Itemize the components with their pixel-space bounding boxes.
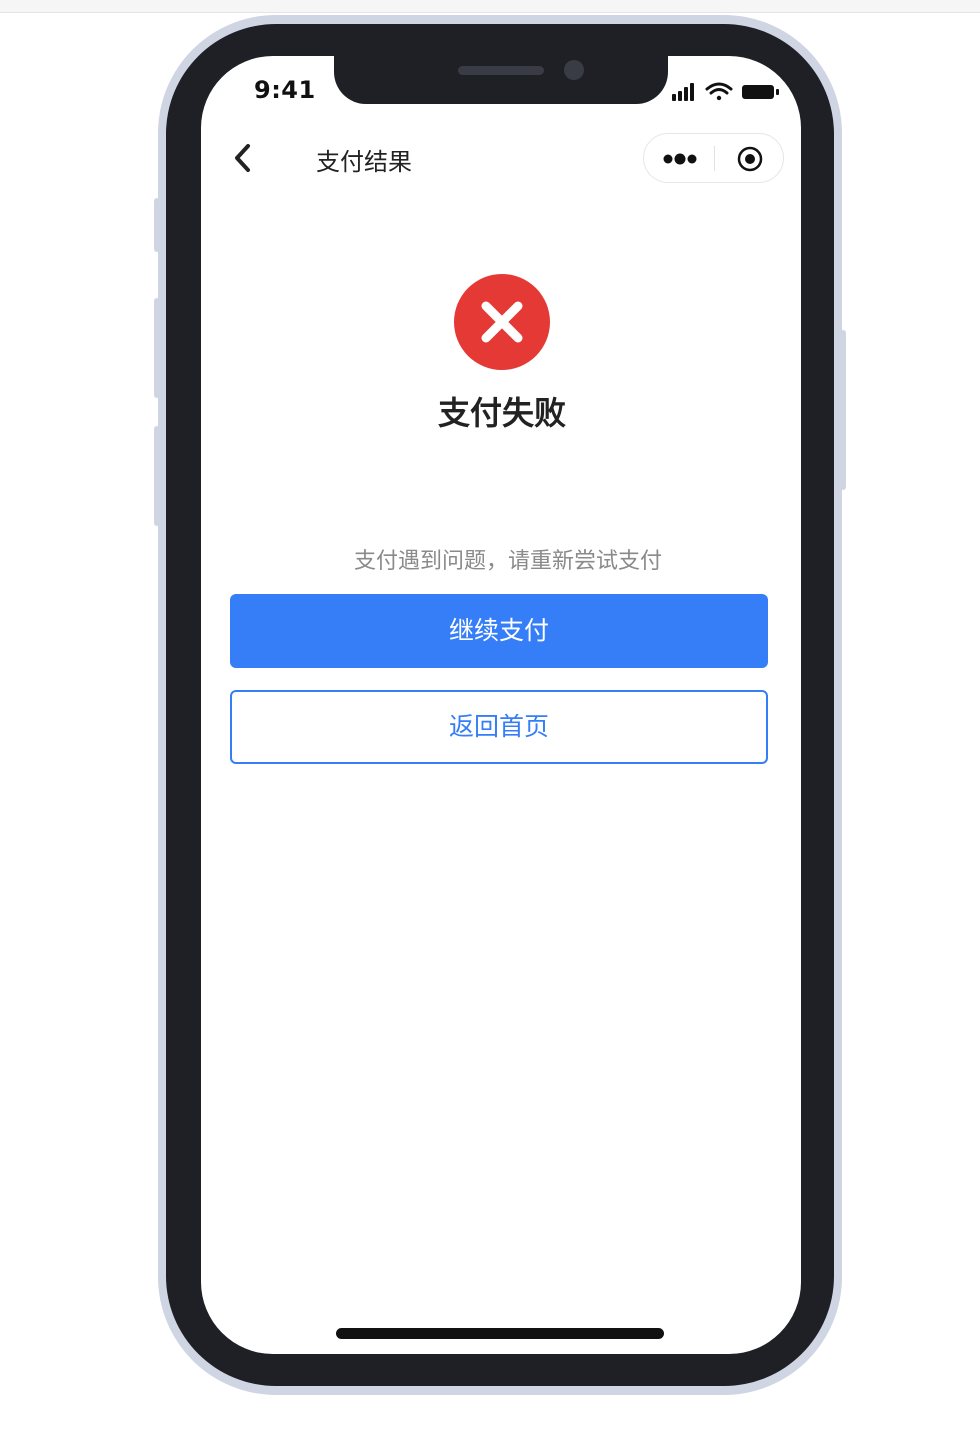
phone-mute-switch bbox=[154, 198, 160, 252]
phone-volume-down bbox=[154, 426, 160, 526]
home-indicator[interactable] bbox=[336, 1328, 664, 1339]
result-description: 支付遇到问题，请重新尝试支付 bbox=[353, 549, 662, 574]
back-to-home-button[interactable]: 返回首页 bbox=[230, 690, 768, 764]
more-dots-icon bbox=[663, 153, 697, 165]
continue-payment-button[interactable]: 继续支付 bbox=[230, 594, 768, 668]
more-button[interactable] bbox=[644, 134, 714, 182]
mini-program-capsule bbox=[643, 133, 784, 183]
status-time: 9:41 bbox=[254, 76, 316, 104]
battery-icon bbox=[742, 85, 779, 99]
phone-speaker bbox=[458, 66, 544, 75]
exit-mini-program-button[interactable] bbox=[715, 134, 783, 182]
result-title: 支付失败 bbox=[437, 394, 566, 432]
chevron-left-icon bbox=[235, 144, 250, 172]
wifi-icon bbox=[705, 82, 733, 101]
page-title: 支付结果 bbox=[316, 148, 412, 176]
error-x-icon bbox=[454, 274, 550, 370]
record-target-icon bbox=[737, 146, 763, 172]
signal-icon bbox=[672, 83, 694, 101]
status-icons bbox=[670, 80, 780, 104]
browser-top-strip bbox=[0, 0, 980, 13]
phone-volume-up bbox=[154, 298, 160, 398]
back-button[interactable] bbox=[226, 140, 262, 176]
phone-camera bbox=[564, 60, 584, 80]
